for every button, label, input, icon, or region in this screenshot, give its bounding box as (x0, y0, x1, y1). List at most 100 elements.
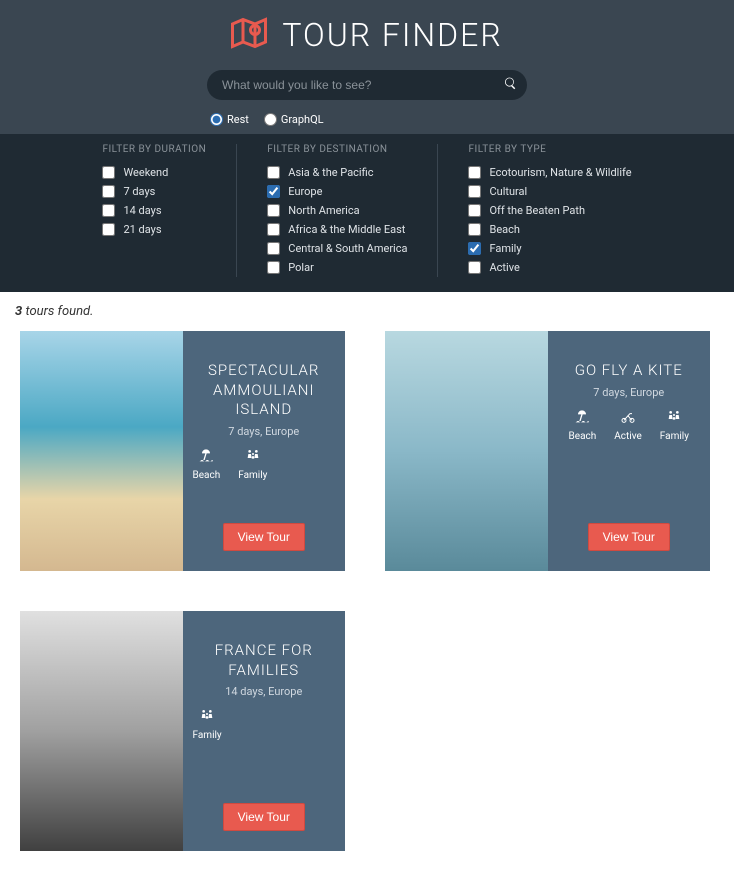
beach-icon (197, 448, 215, 467)
filter-checkbox[interactable] (468, 261, 481, 274)
tour-image (20, 611, 183, 851)
filter-checkbox[interactable] (468, 185, 481, 198)
tour-info: SPECTACULAR AMMOULIANI ISLAND 7 days, Eur… (183, 331, 346, 571)
tour-tag: Beach (193, 448, 221, 481)
filter-group-destination: FILTER BY DESTINATION Asia & the Pacific… (236, 144, 437, 277)
filter-checkbox[interactable] (267, 261, 280, 274)
filter-label: Europe (288, 185, 322, 198)
results-label: tours found. (22, 304, 93, 319)
page-title: TOUR FINDER (282, 16, 502, 54)
tour-meta: 14 days, Europe (193, 685, 336, 698)
filter-label: Ecotourism, Nature & Wildlife (489, 166, 631, 179)
search-wrap (207, 70, 527, 100)
filter-item[interactable]: Europe (267, 182, 407, 201)
filter-item[interactable]: 7 days (102, 182, 206, 201)
view-tour-button[interactable]: View Tour (588, 523, 670, 551)
filter-checkbox[interactable] (102, 185, 115, 198)
tour-image (385, 331, 548, 571)
filter-item[interactable]: Africa & the Middle East (267, 220, 407, 239)
filter-item[interactable]: Polar (267, 258, 407, 277)
map-icon (231, 15, 267, 55)
api-label-graphql: GraphQL (281, 113, 324, 126)
filter-label: 21 days (123, 223, 161, 236)
filter-item[interactable]: Ecotourism, Nature & Wildlife (468, 163, 631, 182)
tour-image (20, 331, 183, 571)
tour-title: SPECTACULAR AMMOULIANI ISLAND (193, 361, 336, 420)
tour-info: GO FLY A KITE 7 days, Europe Beach Active Fa… (548, 331, 711, 571)
beach-icon (573, 409, 591, 428)
filter-label: Africa & the Middle East (288, 223, 405, 236)
search-input[interactable] (207, 70, 527, 100)
filter-checkbox[interactable] (468, 204, 481, 217)
filter-item[interactable]: 21 days (102, 220, 206, 239)
search-icon (505, 78, 517, 93)
filter-checkbox[interactable] (267, 242, 280, 255)
api-radio-graphql[interactable] (264, 113, 277, 126)
tour-tag-label: Family (660, 431, 689, 442)
tour-title: FRANCE FOR FAMILIES (193, 641, 336, 680)
tour-tag-label: Active (614, 431, 642, 442)
filter-checkbox[interactable] (468, 223, 481, 236)
api-option-graphql[interactable]: GraphQL (264, 113, 324, 126)
filter-label: Polar (288, 261, 314, 274)
tour-tag: Active (614, 409, 642, 442)
filter-item[interactable]: Weekend (102, 163, 206, 182)
filter-item[interactable]: Central & South America (267, 239, 407, 258)
filter-item[interactable]: Active (468, 258, 631, 277)
tour-tag: Beach (569, 409, 597, 442)
view-tour-button[interactable]: View Tour (223, 803, 305, 831)
tour-title: GO FLY A KITE (569, 361, 689, 381)
filter-checkbox[interactable] (267, 223, 280, 236)
filter-checkbox[interactable] (267, 185, 280, 198)
tour-tag-label: Family (238, 470, 267, 481)
view-tour-button[interactable]: View Tour (223, 523, 305, 551)
filter-label: Asia & the Pacific (288, 166, 373, 179)
tour-card: GO FLY A KITE 7 days, Europe Beach Active Fa… (385, 331, 710, 571)
api-radio-rest[interactable] (210, 113, 223, 126)
filter-title-duration: FILTER BY DURATION (102, 144, 206, 155)
tour-tags: Beach Family (193, 448, 336, 481)
family-icon (665, 409, 683, 428)
tour-card: SPECTACULAR AMMOULIANI ISLAND 7 days, Eur… (20, 331, 345, 571)
filter-label: Weekend (123, 166, 168, 179)
tour-tag: Family (193, 708, 222, 741)
search-button[interactable] (505, 78, 517, 93)
filter-label: 14 days (123, 204, 161, 217)
search-row (0, 65, 734, 105)
filter-group-type: FILTER BY TYPE Ecotourism, Nature & Wild… (437, 144, 661, 277)
filter-item[interactable]: 14 days (102, 201, 206, 220)
filter-item[interactable]: Off the Beaten Path (468, 201, 631, 220)
tour-tags: Family (193, 708, 336, 741)
filter-items-type: Ecotourism, Nature & Wildlife Cultural Off… (468, 163, 631, 277)
filter-items-duration: Weekend 7 days 14 days 21 days (102, 163, 206, 239)
filter-checkbox[interactable] (102, 223, 115, 236)
filter-item[interactable]: Family (468, 239, 631, 258)
tour-tag-label: Beach (193, 470, 221, 481)
filter-title-destination: FILTER BY DESTINATION (267, 144, 407, 155)
filter-label: North America (288, 204, 359, 217)
filter-label: Active (489, 261, 519, 274)
filter-item[interactable]: Beach (468, 220, 631, 239)
filters-bar: FILTER BY DURATION Weekend 7 days 14 days 2… (0, 134, 734, 292)
api-label-rest: Rest (227, 113, 249, 126)
tour-meta: 7 days, Europe (569, 386, 689, 399)
filter-checkbox[interactable] (267, 204, 280, 217)
filter-checkbox[interactable] (102, 204, 115, 217)
filter-checkbox[interactable] (267, 166, 280, 179)
filter-group-duration: FILTER BY DURATION Weekend 7 days 14 days 2… (72, 144, 236, 277)
filter-checkbox[interactable] (468, 242, 481, 255)
active-icon (619, 409, 637, 428)
results-summary: 3 tours found. (0, 292, 734, 331)
filter-label: Beach (489, 223, 520, 236)
api-option-rest[interactable]: Rest (210, 113, 249, 126)
filter-label: Off the Beaten Path (489, 204, 585, 217)
filter-item[interactable]: Cultural (468, 182, 631, 201)
filter-title-type: FILTER BY TYPE (468, 144, 631, 155)
filter-item[interactable]: North America (267, 201, 407, 220)
filter-checkbox[interactable] (468, 166, 481, 179)
title-row: TOUR FINDER (0, 10, 734, 65)
filter-item[interactable]: Asia & the Pacific (267, 163, 407, 182)
filter-checkbox[interactable] (102, 166, 115, 179)
tour-meta: 7 days, Europe (193, 425, 336, 438)
tour-tag: Family (660, 409, 689, 442)
